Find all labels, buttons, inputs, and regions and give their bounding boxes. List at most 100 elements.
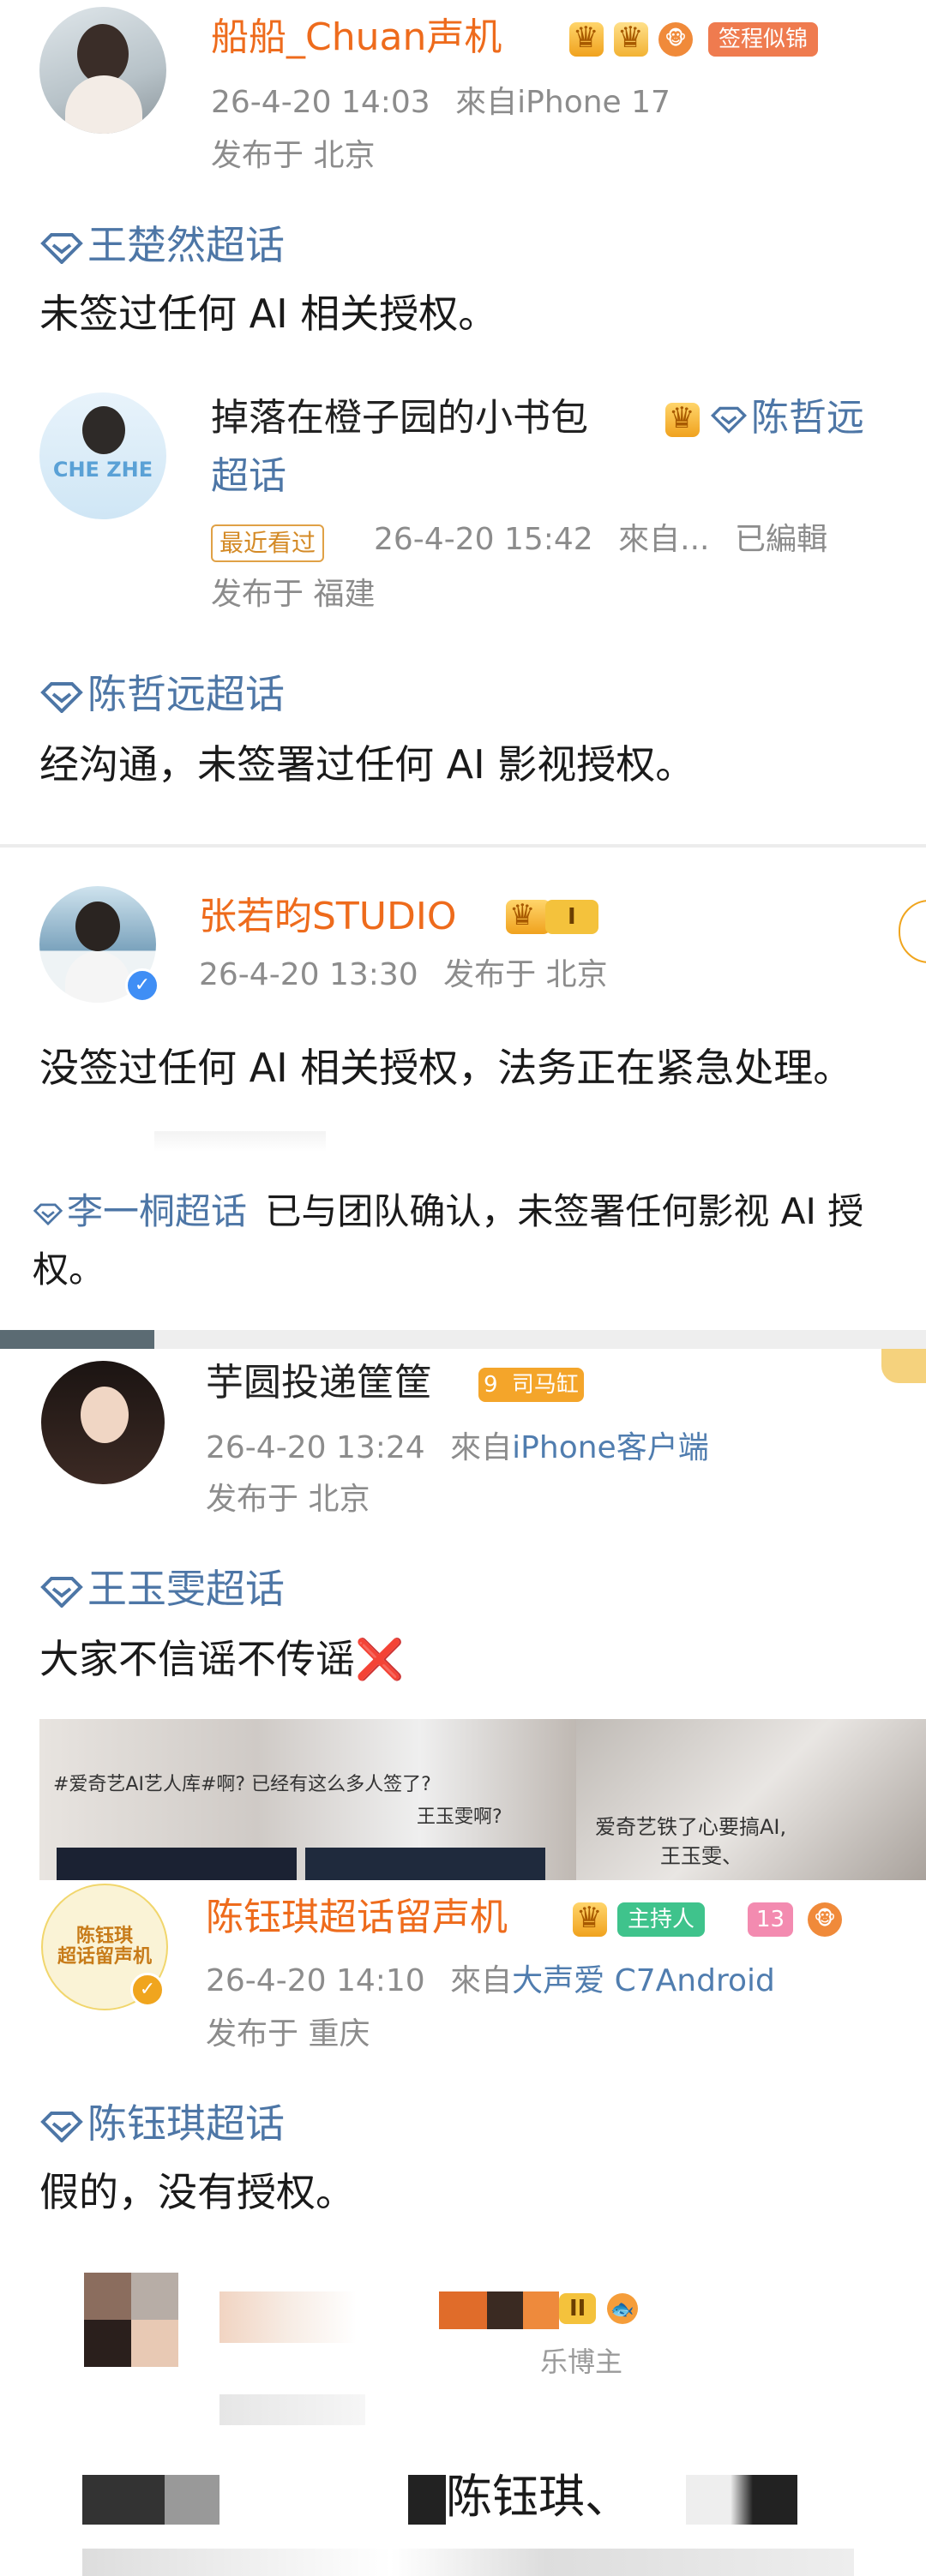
edited-label: 已編輯 <box>734 522 827 557</box>
verified-icon: ✓ <box>130 1973 165 2007</box>
signin-badge: 签程似锦 <box>708 22 819 57</box>
post-1: 船船_Chuan声机 🐵 签程似锦 26-4-20 14:03 來自iPhone… <box>0 0 926 368</box>
fan-badge-icon <box>614 21 648 57</box>
diamond-icon <box>33 1203 63 1225</box>
avatar[interactable] <box>39 7 166 134</box>
user-name[interactable]: 陈钰琪超话留声机 <box>206 1894 508 1942</box>
censored-name <box>219 2291 391 2343</box>
topic-link[interactable]: 陈哲远超话 <box>39 668 285 720</box>
post-location: 发布于 福建 <box>211 577 376 612</box>
divider <box>0 844 926 848</box>
level-badge: I <box>545 900 598 934</box>
fan-level-number: 13 <box>756 1907 785 1932</box>
topic-label: 王玉雯超话 <box>87 1566 285 1612</box>
censored-block <box>686 2475 797 2525</box>
diamond-icon <box>40 1576 83 1608</box>
post-text: 未签过任何 AI 相关授权。 <box>39 291 498 337</box>
post-time: 26-4-20 15:42 <box>374 522 593 557</box>
post-meta: 26-4-20 13:24 來自iPhone客户端 <box>206 1428 709 1469</box>
cross-mark-icon: ❌ <box>355 1636 405 1682</box>
censored-text <box>82 2475 219 2525</box>
source-prefix[interactable]: 來自... <box>618 522 709 557</box>
user-name[interactable]: 船船_Chuan声机 <box>211 14 502 62</box>
post-time: 26-4-20 14:03 <box>211 85 430 120</box>
user-name[interactable]: 芋圆投递筐筐 <box>206 1359 432 1407</box>
attached-image-2[interactable]: 爱奇艺铁了心要搞AI, 王玉雯、 <box>576 1719 926 1880</box>
source[interactable]: iPhone客户端 <box>512 1430 709 1465</box>
post-text: 经沟通，未签署过任何 AI 影视授权。 <box>39 741 695 788</box>
post-meta: 26-4-20 14:03 來自iPhone 17 <box>211 82 670 123</box>
censored-row <box>82 2549 854 2576</box>
vip-crown-icon <box>506 898 550 934</box>
level-badge: II <box>559 2293 597 2324</box>
post-3: ✓ 张若昀STUDIO I 26-4-20 13:30 发布于 北京 没签过任何… <box>0 848 926 1131</box>
diamond-icon <box>40 681 83 713</box>
topic-link[interactable]: 李一桐超话 <box>33 1190 258 1232</box>
topic-label: 陈钰琪超话 <box>87 2100 285 2147</box>
censored-section: II 🐟 乐博主 陈钰琪、 <box>0 2266 926 2576</box>
image-caption: 王玉雯啊? <box>417 1806 502 1828</box>
level-badge: 9 司马缸 <box>478 1368 584 1402</box>
post-2: CHE ZHE 掉落在橙子园的小书包 陈哲远 超话 最近看过 26-4-20 1… <box>0 368 926 844</box>
divider <box>0 1330 926 1349</box>
topic-label: 陈哲远超话 <box>87 671 285 717</box>
faded-text-strip <box>154 1131 326 1152</box>
post-time: 26-4-20 14:10 <box>206 1963 425 1998</box>
post-meta: 26-4-20 15:42 來自... 已編輯 <box>374 519 827 560</box>
avatar-text: CHE ZHE <box>52 458 153 482</box>
post-location: 发布于 北京 <box>211 138 376 173</box>
diamond-icon <box>40 2111 83 2142</box>
verified-icon: ✓ <box>125 968 159 1003</box>
source[interactable]: iPhone 17 <box>517 85 670 120</box>
post-text: 假的，没有授权。 <box>39 2169 355 2215</box>
topic-link[interactable]: 王楚然超话 <box>39 219 285 271</box>
post-location: 发布于 北京 <box>443 957 608 992</box>
name-topic-suffix[interactable]: 超话 <box>211 451 286 502</box>
source[interactable]: 大声爱 C7Android <box>512 1963 775 1998</box>
post-location: 发布于 重庆 <box>206 2016 370 2052</box>
level-number: 9 <box>484 1372 498 1398</box>
name-topic-label: 陈哲远 <box>751 396 864 440</box>
fish-icon: 🐟 <box>607 2293 638 2324</box>
post-text-line1: 已与团队确认，未签署任何影视 AI 授 <box>265 1190 864 1232</box>
corner-crown-icon <box>881 1349 926 1383</box>
source-prefix: 來自 <box>455 85 518 120</box>
topic-link[interactable]: 陈钰琪超话 <box>39 2098 285 2149</box>
censored-meta <box>219 2394 365 2425</box>
avatar[interactable] <box>41 1361 165 1484</box>
source-prefix: 來自 <box>450 1963 513 1998</box>
avatar-line2: 超话留声机 <box>57 1946 152 1968</box>
post-text-line2: 权。 <box>33 1249 105 1291</box>
follow-button[interactable] <box>899 900 926 963</box>
image-caption: #爱奇艺AI艺人库#啊? 已经有这么多人签了? <box>53 1774 431 1795</box>
censored-avatar <box>84 2273 178 2367</box>
post-6: 陈钰琪 超话留声机 ✓ 陈钰琪超话留声机 主持人 13 🐵 26-4-20 14… <box>0 1880 926 2266</box>
post-text: 大家不信谣不传谣❌ <box>39 1633 404 1685</box>
recent-viewed-tag: 最近看过 <box>211 524 325 562</box>
post-5: 芋圆投递筐筐 9 司马缸 26-4-20 13:24 來自iPhone客户端 发… <box>0 1349 926 1880</box>
post-time: 26-4-20 13:30 <box>199 957 418 992</box>
censored-block <box>352 2475 446 2525</box>
name-topic-link[interactable]: 陈哲远 <box>710 392 864 444</box>
badge-label: 司马缸 <box>511 1372 579 1398</box>
host-badge: 主持人 <box>617 1902 706 1937</box>
post-text: 没签过任何 AI 相关授权，法务正在紧急处理。 <box>39 1045 853 1091</box>
diamond-icon <box>40 232 83 264</box>
vip-crown-icon <box>573 1901 607 1937</box>
topic-label: 王楚然超话 <box>87 222 285 268</box>
vip-crown-icon <box>569 21 604 57</box>
topic-link[interactable]: 王玉雯超话 <box>39 1563 285 1614</box>
topic-label: 李一桐超话 <box>67 1190 248 1232</box>
diamond-icon <box>710 406 748 434</box>
post-text-content: 大家不信谣不传谣 <box>39 1636 355 1682</box>
post-4: 李一桐超话 已与团队确认，未签署任何影视 AI 授 权。 <box>0 1131 926 1337</box>
vip-crown-icon <box>665 401 700 437</box>
user-name[interactable]: 掉落在橙子园的小书包 <box>211 394 588 442</box>
avatar-line1: 陈钰琪 <box>75 1926 133 1947</box>
fan-level-badge: 13 <box>748 1902 794 1937</box>
censored-block <box>439 2291 559 2329</box>
avatar[interactable]: CHE ZHE <box>39 392 166 519</box>
monkey-icon: 🐵 <box>658 22 693 57</box>
user-name[interactable]: 张若昀STUDIO <box>199 893 457 941</box>
attached-image-1[interactable]: #爱奇艺AI艺人库#啊? 已经有这么多人签了? 王玉雯啊? <box>39 1719 583 1880</box>
